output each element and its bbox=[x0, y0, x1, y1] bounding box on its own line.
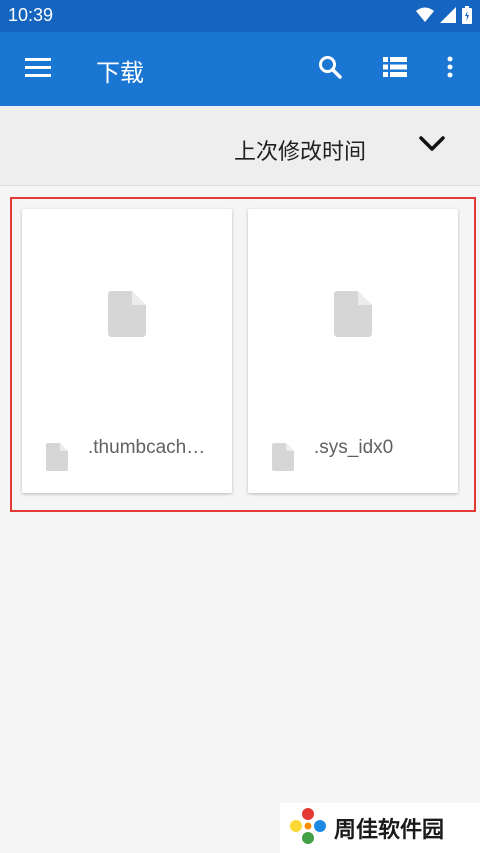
status-bar: 10:39 bbox=[0, 0, 480, 32]
file-card[interactable]: .sys_idx0 bbox=[248, 209, 458, 493]
signal-icon bbox=[440, 7, 456, 27]
search-button[interactable] bbox=[306, 45, 354, 93]
file-card[interactable]: .thumbcach… bbox=[22, 209, 232, 493]
status-icons bbox=[416, 6, 472, 28]
chevron-down-icon bbox=[419, 136, 445, 156]
menu-button[interactable] bbox=[14, 45, 62, 93]
list-view-button[interactable] bbox=[371, 45, 419, 93]
watermark-logo-icon bbox=[288, 806, 328, 850]
file-grid: .thumbcach… .sys_idx0 bbox=[10, 197, 476, 512]
search-icon bbox=[318, 55, 342, 83]
status-time: 10:39 bbox=[8, 5, 54, 25]
battery-icon bbox=[462, 6, 472, 28]
watermark-text: 周佳软件园 bbox=[334, 818, 445, 843]
sort-dropdown-button[interactable] bbox=[412, 126, 452, 166]
menu-icon bbox=[25, 57, 51, 81]
page-title: 下载 bbox=[96, 59, 144, 87]
wifi-icon bbox=[416, 7, 434, 27]
list-view-icon bbox=[383, 57, 407, 81]
sort-bar: 上次修改时间 bbox=[0, 106, 480, 186]
file-thumbnail-icon bbox=[108, 291, 146, 341]
file-name: .thumbcach… bbox=[88, 437, 206, 458]
file-icon bbox=[272, 443, 294, 475]
file-icon bbox=[46, 443, 68, 475]
file-name: .sys_idx0 bbox=[314, 437, 394, 458]
file-thumbnail-icon bbox=[334, 291, 372, 341]
watermark: 周佳软件园 bbox=[280, 803, 480, 853]
more-options-button[interactable] bbox=[426, 45, 474, 93]
app-bar: 下载 bbox=[0, 32, 480, 106]
sort-label[interactable]: 上次修改时间 bbox=[234, 134, 366, 166]
more-vert-icon bbox=[447, 56, 453, 82]
